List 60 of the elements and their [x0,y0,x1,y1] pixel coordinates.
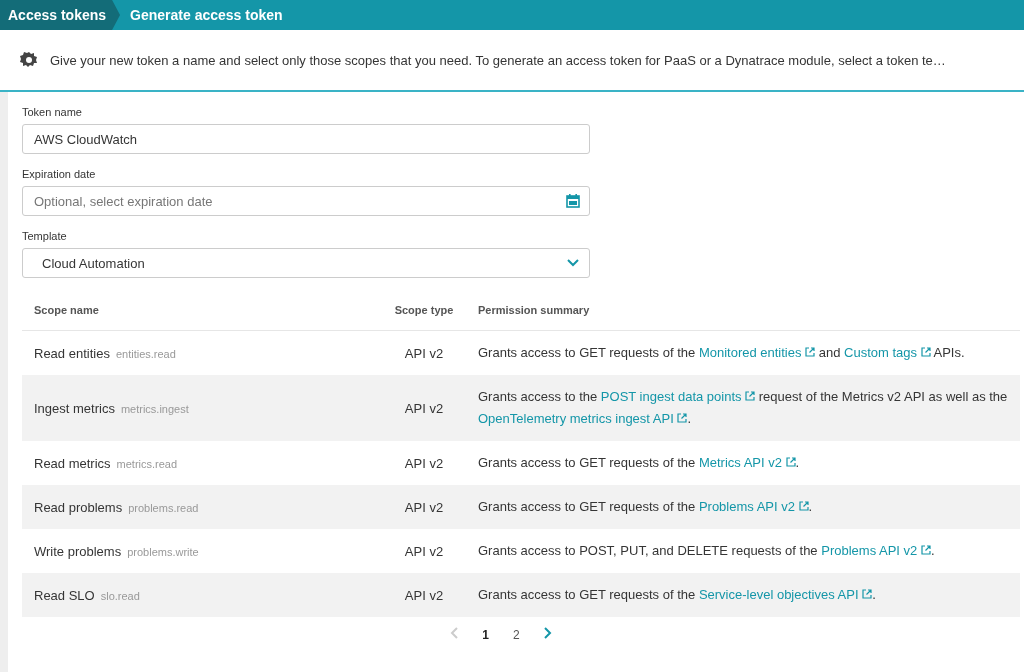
breadcrumb-link[interactable]: Generate access token [120,0,297,30]
scope-name: Write problems [34,543,122,559]
table-row[interactable]: Read SLO slo.read API v2 Grants access to GET requests of the Service-level objectives API . [22,573,1020,617]
column-header: Scope name [33,304,100,316]
permission-summary: Grants access to GET requests of the Metrics API v2 . [478,454,801,472]
docs-link[interactable]: Custom tags [844,345,931,360]
scope-id: slo.read [100,589,140,602]
docs-link[interactable]: Monitored entities [698,345,816,360]
scope-name: Read SLO [34,587,95,603]
scope-name: Ingest metrics [34,400,115,416]
scope-name: Read metrics [34,455,111,471]
token-name-field[interactable]: AWS CloudWatch [22,124,590,154]
info-text: Give your new token a name and select only those scopes that you need. To generate an access token for PaaS or a Dynatrace module, select a token te… [50,52,946,68]
chevron-right-icon [543,627,552,639]
breadcrumb-link[interactable]: Access tokens [0,0,121,30]
field-label: Token name [22,106,83,118]
column-header: Permission summary [478,303,591,318]
scope-type: API v2 [403,543,445,559]
scope-type: API v2 [403,587,445,603]
table-row[interactable]: Read entities entities.read API v2 Grants access to GET requests of the Monitored entities and Custom tags APIs. [22,331,1020,375]
scope-type: API v2 [403,499,445,515]
field-label: Template [22,230,68,242]
external-link-icon [785,457,796,467]
expiration-date-field[interactable]: Optional, select expiration date [22,186,590,216]
scope-type: API v2 [403,400,445,416]
external-link-icon [745,391,756,401]
external-link-icon [798,501,809,511]
table-row[interactable]: Write problems problems.write API v2 Grants access to POST, PUT, and DELETE requests of the Problems API v2 . [22,529,1020,573]
docs-link[interactable]: Metrics API v2 [698,455,796,470]
docs-link[interactable]: Problems API v2 [821,543,931,558]
field-label: Expiration date [22,168,97,180]
permission-summary: Grants access to POST, PUT, and DELETE requests of the Problems API v2 . [478,542,936,560]
external-link-icon [677,413,688,423]
page-button[interactable]: 2 [509,625,524,644]
scope-type: API v2 [403,345,445,361]
permission-summary: Grants access to the POST ingest data points request of the Metrics v2 API as well as the OpenTelemetry metrics ingest API . [478,388,1009,428]
permission-summary: Grants access to GET requests of the Monitored entities and Custom tags APIs. [478,344,966,362]
template-dropdown[interactable]: Cloud Automation [22,248,590,278]
chevron-left-icon [450,627,459,639]
scope-name: Read entities [34,345,110,361]
table-row[interactable]: Read metrics metrics.read API v2 Grants access to GET requests of the Metrics API v2 . [22,441,1020,485]
scope-type: API v2 [403,455,445,471]
table-row[interactable]: Read problems problems.read API v2 Grants access to GET requests of the Problems API v2 . [22,485,1020,529]
permission-summary: Grants access to GET requests of the Service-level objectives API . [478,586,877,604]
scope-id: entities.read [115,347,176,360]
external-link-icon [920,347,931,357]
chevron-down-icon [567,259,579,267]
page-button[interactable]: 1 [478,625,493,644]
external-link-icon [805,347,816,357]
calendar-icon[interactable] [566,194,580,208]
external-link-icon [862,589,873,599]
scope-id: metrics.ingest [120,402,189,415]
scope-id: metrics.read [116,457,178,470]
scope-id: problems.write [127,545,199,558]
external-link-icon [920,545,931,555]
scope-id: problems.read [128,501,199,514]
scope-name: Read problems [34,499,123,515]
gear-icon [20,51,38,69]
permission-summary: Grants access to GET requests of the Problems API v2 . [478,498,814,516]
column-header: Scope type [393,304,455,316]
